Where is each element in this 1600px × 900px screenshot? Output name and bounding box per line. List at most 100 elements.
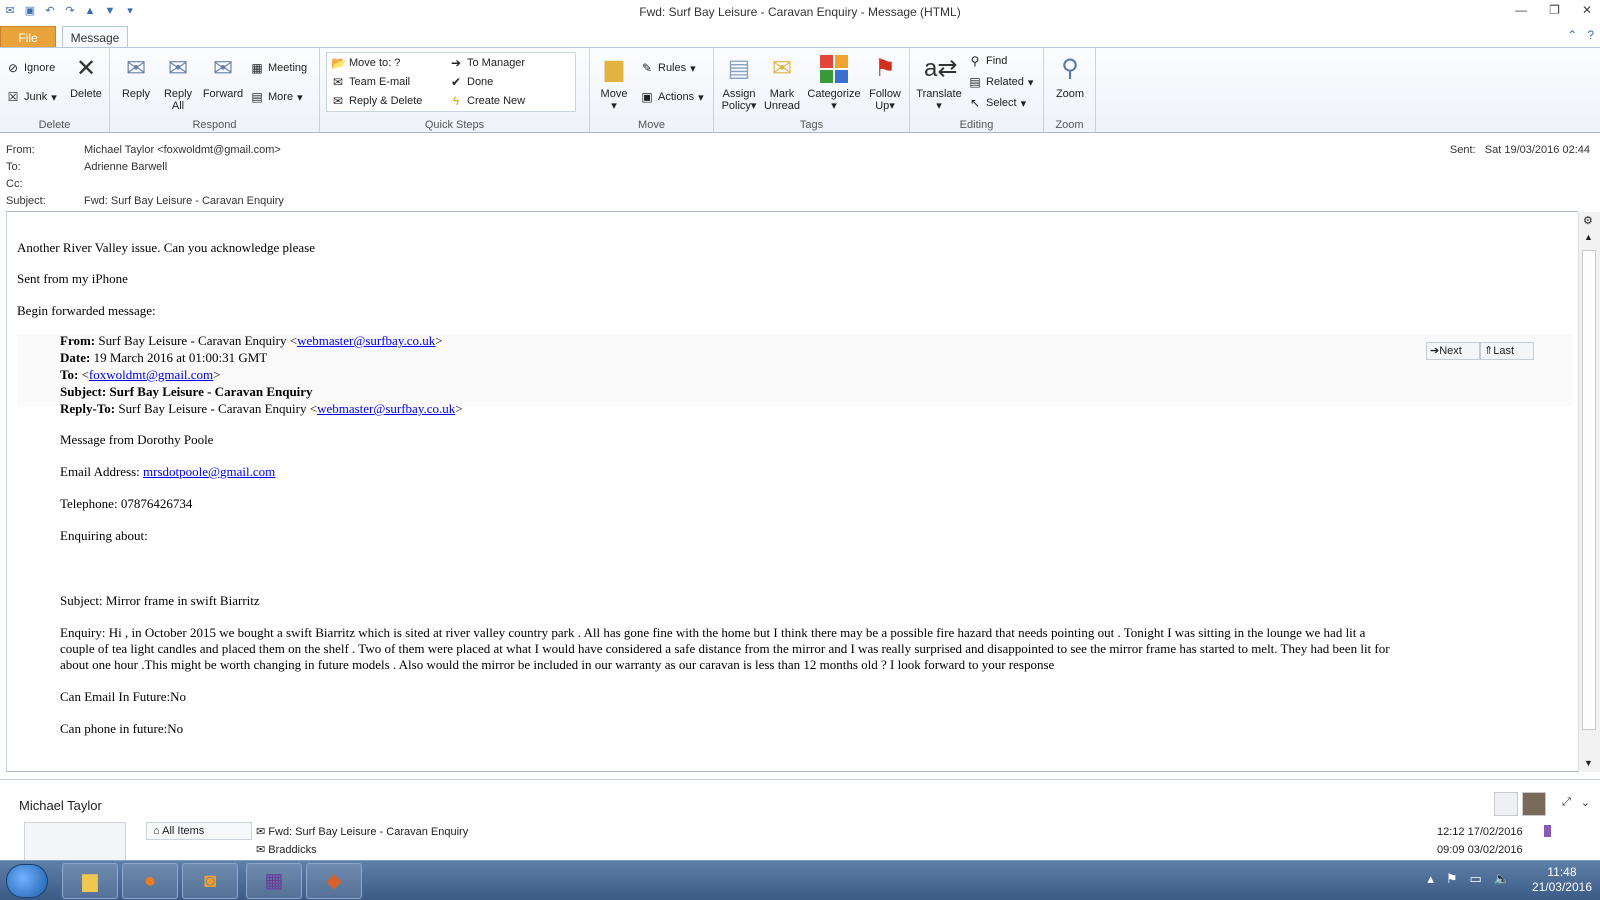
action-center-flag-icon[interactable]: ⚑ bbox=[1446, 871, 1458, 887]
from-label: From: bbox=[6, 144, 35, 156]
translate-icon: a⇄ bbox=[924, 55, 958, 82]
next-button[interactable]: ➔Next bbox=[1426, 342, 1480, 360]
email-link[interactable]: mrsdotpoole@gmail.com bbox=[143, 464, 275, 479]
delete-button[interactable]: ✕ Delete bbox=[66, 54, 106, 100]
body-line: Telephone: 07876426734 bbox=[60, 496, 193, 511]
to-label: To: bbox=[6, 161, 21, 173]
scroll-down-icon[interactable]: ▼ bbox=[1584, 758, 1593, 768]
taskbar-app-2[interactable]: ◆ bbox=[306, 863, 362, 899]
item-date: 12:12 17/02/2016 bbox=[1437, 826, 1523, 838]
fwd-subject: Subject: Surf Bay Leisure - Caravan Enqu… bbox=[60, 384, 313, 399]
ignore-button[interactable]: ⊘ Ignore bbox=[6, 61, 55, 75]
people-app-icon: ◆ bbox=[326, 870, 342, 892]
categorize-icon bbox=[819, 54, 849, 84]
actions-icon: ▣ bbox=[641, 90, 653, 104]
reply-button[interactable]: ✉ Reply bbox=[116, 54, 156, 100]
vertical-scrollbar[interactable]: ⚙ ▲ ▼ bbox=[1578, 212, 1600, 772]
collapse-icon[interactable]: ⌄ bbox=[1581, 796, 1590, 809]
assign-policy-button[interactable]: ▤ Assign Policy▾ bbox=[718, 54, 760, 112]
taskbar-explorer[interactable]: ▆ bbox=[62, 863, 118, 899]
related-icon: ▤ bbox=[969, 75, 981, 89]
follow-up-button[interactable]: ⚑ Follow Up▾ bbox=[864, 54, 906, 112]
magnifier-icon: ⚲ bbox=[1061, 55, 1079, 82]
start-button[interactable] bbox=[6, 864, 48, 898]
people-pane-name: Michael Taylor bbox=[19, 798, 102, 813]
email-link[interactable]: webmaster@surfbay.co.uk bbox=[297, 333, 435, 348]
clock[interactable]: 11:48 21/03/2016 bbox=[1532, 865, 1592, 895]
meeting-button[interactable]: ▦ Meeting bbox=[250, 61, 307, 75]
enquiry-line: about one hour .This might be worth chan… bbox=[60, 657, 1055, 672]
taskbar: ▆ ● ◙ ▦ ◆ ▴ ⚑ ▭ 🔈 11:48 21/03/2016 bbox=[0, 860, 1600, 900]
from-value[interactable]: Michael Taylor <foxwoldmt@gmail.com> bbox=[84, 144, 281, 156]
envelope-icon: ✉ bbox=[256, 844, 266, 855]
folder-icon: ▆ bbox=[82, 870, 98, 892]
body-line: Sent from my iPhone bbox=[17, 271, 128, 286]
person-icon[interactable] bbox=[1494, 792, 1518, 816]
taskbar-app[interactable]: ▦ bbox=[246, 863, 302, 899]
tab-message[interactable]: Message bbox=[62, 26, 128, 48]
rules-icon: ✎ bbox=[641, 61, 653, 75]
network-icon[interactable]: ▭ bbox=[1470, 871, 1482, 887]
flag-icon: ⚑ bbox=[874, 55, 896, 82]
tray-expand-icon[interactable]: ▴ bbox=[1427, 871, 1434, 887]
volume-icon[interactable]: 🔈 bbox=[1494, 871, 1510, 887]
meeting-icon: ▦ bbox=[251, 61, 263, 75]
group-delete: ⊘ Ignore ☒ Junk ▾ ✕ Delete Delete bbox=[0, 48, 110, 132]
quickstep-move-to[interactable]: 📂 Move to: ? bbox=[331, 56, 400, 70]
related-button[interactable]: ▤ Related ▾ bbox=[968, 75, 1033, 89]
people-pane: Michael Taylor ⌂ All Items ✉ Fwd: Surf B… bbox=[0, 779, 1600, 862]
close-icon[interactable]: ✕ bbox=[1582, 3, 1592, 17]
list-item[interactable]: ✉ Fwd: Surf Bay Leisure - Caravan Enquir… bbox=[256, 825, 468, 838]
help-icon[interactable]: ? bbox=[1587, 28, 1594, 42]
tab-file[interactable]: File bbox=[0, 26, 56, 48]
folder-icon: ▆ bbox=[604, 55, 624, 82]
expand-icon[interactable]: ⤢ bbox=[1562, 796, 1571, 809]
minimize-icon[interactable]: — bbox=[1515, 3, 1527, 17]
firefox-icon: ● bbox=[143, 870, 157, 892]
sent-label: Sent: bbox=[1449, 144, 1476, 156]
group-zoom: ⚲ Zoom Zoom bbox=[1044, 48, 1096, 132]
outlook-icon: ◙ bbox=[203, 870, 217, 892]
translate-button[interactable]: a⇄ Translate ▾ bbox=[914, 54, 964, 112]
mark-unread-button[interactable]: ✉ Mark Unread bbox=[762, 54, 802, 112]
title-bar: ✉ ▣ ↶ ↷ ▲ ▼ ▾ Fwd: Surf Bay Leisure - Ca… bbox=[0, 0, 1600, 24]
categorize-button[interactable]: Categorize ▾ bbox=[806, 54, 862, 112]
scroll-up-icon[interactable]: ▲ bbox=[1584, 232, 1593, 242]
more-button[interactable]: ▤ More ▾ bbox=[250, 90, 302, 104]
minimize-ribbon-icon[interactable]: ⌃ bbox=[1567, 28, 1577, 42]
find-button[interactable]: ⚲ Find bbox=[968, 54, 1008, 68]
list-item[interactable]: ✉ Braddicks bbox=[256, 843, 317, 855]
all-items-tab[interactable]: ⌂ All Items bbox=[146, 822, 252, 840]
taskbar-firefox[interactable]: ● bbox=[122, 863, 178, 899]
team-email-icon: ✉ bbox=[332, 75, 344, 89]
sent-info: Sent: Sat 19/03/2016 02:44 bbox=[1450, 144, 1590, 156]
email-link[interactable]: foxwoldmt@gmail.com bbox=[89, 367, 213, 382]
forward-button[interactable]: ✉ Forward bbox=[200, 54, 246, 100]
last-button[interactable]: ⇑Last bbox=[1480, 342, 1534, 360]
reply-icon: ✉ bbox=[125, 55, 147, 82]
group-editing: a⇄ Translate ▾ ⚲ Find ▤ Related ▾ ↖ Select ▾ Ed… bbox=[910, 48, 1044, 132]
taskbar-outlook[interactable]: ◙ bbox=[182, 863, 238, 899]
policy-icon: ▤ bbox=[727, 55, 751, 82]
reply-all-button[interactable]: ✉ Reply All bbox=[158, 54, 198, 112]
scroll-thumb[interactable] bbox=[1582, 250, 1596, 730]
quickstep-to-manager[interactable]: ➔ To Manager bbox=[449, 56, 525, 70]
contact-photo[interactable] bbox=[1522, 792, 1546, 816]
quickstep-team-email[interactable]: ✉ Team E-mail bbox=[331, 75, 410, 89]
restore-icon[interactable]: ❐ bbox=[1549, 3, 1560, 17]
actions-button[interactable]: ▣ Actions ▾ bbox=[640, 90, 703, 104]
quickstep-create-new[interactable]: ϟ Create New bbox=[449, 94, 525, 108]
rules-button[interactable]: ✎ Rules ▾ bbox=[640, 61, 696, 75]
quickstep-reply-delete[interactable]: ✉ Reply & Delete bbox=[331, 94, 422, 108]
lightning-icon: ϟ bbox=[452, 94, 460, 108]
move-button[interactable]: ▆ Move ▾ bbox=[594, 54, 634, 112]
email-link[interactable]: webmaster@surfbay.co.uk bbox=[317, 401, 455, 416]
to-value[interactable]: Adrienne Barwell bbox=[84, 161, 167, 173]
quickstep-done[interactable]: ✔ Done bbox=[449, 75, 493, 89]
zoom-button[interactable]: ⚲ Zoom bbox=[1050, 54, 1090, 100]
ribbon-tabs: File Message ⌃ ? bbox=[0, 24, 1600, 48]
binoculars-icon: ⚲ bbox=[970, 54, 980, 68]
junk-button[interactable]: ☒ Junk ▾ bbox=[6, 90, 57, 104]
scroll-option-icon[interactable]: ⚙ bbox=[1583, 214, 1593, 227]
select-button[interactable]: ↖ Select ▾ bbox=[968, 96, 1026, 110]
